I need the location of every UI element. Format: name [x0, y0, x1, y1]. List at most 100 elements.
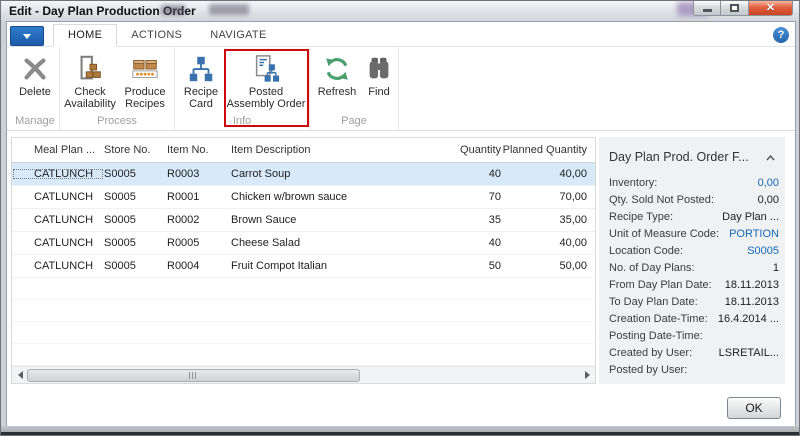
produce-recipes-icon — [130, 52, 160, 86]
grid-body: CATLUNCHS0005R0003Carrot Soup4040,00CATL… — [12, 163, 595, 366]
factbox-header: Day Plan Prod. Order F... — [599, 137, 785, 174]
table-cell[interactable]: 70 — [453, 191, 501, 203]
factbox-field-label: Unit of Measure Code: — [609, 228, 719, 240]
scroll-left-arrow[interactable] — [12, 367, 28, 384]
table-row[interactable]: CATLUNCHS0005R0002Brown Sauce3535,00 — [12, 209, 595, 232]
horizontal-scrollbar[interactable] — [12, 366, 595, 383]
table-cell[interactable]: Fruit Compot Italian — [231, 260, 453, 272]
table-cell[interactable]: S0005 — [104, 168, 167, 180]
table-cell[interactable]: CATLUNCH — [12, 237, 104, 249]
column-header-store-no[interactable]: Store No. — [104, 144, 167, 156]
table-cell[interactable]: S0005 — [104, 237, 167, 249]
tab-actions[interactable]: ACTIONS — [117, 25, 196, 46]
maximize-button[interactable] — [721, 1, 749, 16]
recipe-card-button[interactable]: Recipe Card — [177, 50, 225, 114]
table-row[interactable]: CATLUNCHS0005R0004Fruit Compot Italian50… — [12, 255, 595, 278]
find-button[interactable]: Find — [362, 50, 396, 114]
edit-day-plan-production-order-window: Edit - Day Plan Production Order ✕ HOME … — [0, 0, 800, 436]
refresh-label: Refresh — [318, 86, 357, 98]
table-cell[interactable]: 40,00 — [501, 168, 591, 180]
table-row[interactable]: CATLUNCHS0005R0005Cheese Salad4040,00 — [12, 232, 595, 255]
table-cell[interactable]: CATLUNCH — [12, 214, 104, 226]
delete-button[interactable]: Delete — [13, 50, 57, 114]
posted-assembly-order-icon — [251, 52, 281, 86]
column-header-meal-plan[interactable]: Meal Plan ... — [12, 144, 104, 156]
help-button[interactable]: ? — [773, 27, 789, 43]
table-cell[interactable]: S0005 — [104, 191, 167, 203]
table-cell[interactable]: R0003 — [167, 168, 231, 180]
ribbon-group-manage: Delete Manage — [11, 47, 60, 130]
factbox-field-value[interactable]: PORTION — [729, 228, 779, 240]
close-button[interactable]: ✕ — [749, 1, 793, 16]
check-availability-label: Check Availability — [62, 86, 118, 110]
scroll-right-arrow[interactable] — [579, 367, 595, 384]
column-header-quantity[interactable]: Quantity — [453, 144, 501, 156]
ok-button[interactable]: OK — [727, 397, 781, 419]
scrollbar-thumb[interactable] — [27, 369, 360, 382]
table-cell[interactable]: 40 — [453, 237, 501, 249]
factbox-field: Location Code:S0005 — [599, 242, 785, 259]
factbox-field-value[interactable]: S0005 — [747, 245, 779, 257]
produce-recipes-label: Produce Recipes — [118, 86, 172, 110]
table-cell[interactable]: 40 — [453, 168, 501, 180]
chevron-down-icon — [23, 34, 31, 39]
factbox-field-value: 18.11.2013 — [725, 279, 779, 291]
factbox-field: No. of Day Plans:1 — [599, 259, 785, 276]
table-cell[interactable]: 50 — [453, 260, 501, 272]
table-cell[interactable]: Cheese Salad — [231, 237, 453, 249]
application-menu-button[interactable] — [10, 26, 44, 46]
empty-row — [12, 278, 595, 300]
refresh-button[interactable]: Refresh — [312, 50, 362, 114]
check-availability-button[interactable]: Check Availability — [62, 50, 118, 114]
tab-home[interactable]: HOME — [53, 24, 117, 47]
table-cell[interactable]: 50,00 — [501, 260, 591, 272]
group-label-info: Info — [177, 114, 307, 130]
table-row[interactable]: CATLUNCHS0005R0001Chicken w/brown sauce7… — [12, 186, 595, 209]
table-cell[interactable]: S0005 — [104, 260, 167, 272]
produce-recipes-button[interactable]: Produce Recipes — [118, 50, 172, 114]
table-cell[interactable]: R0004 — [167, 260, 231, 272]
factbox-field-value: LSRETAIL... — [719, 347, 779, 359]
table-row[interactable]: CATLUNCHS0005R0003Carrot Soup4040,00 — [12, 163, 595, 186]
column-header-item-description[interactable]: Item Description — [231, 144, 453, 156]
table-cell[interactable]: Chicken w/brown sauce — [231, 191, 453, 203]
factbox-field-label: No. of Day Plans: — [609, 262, 695, 274]
table-cell[interactable]: 40,00 — [501, 237, 591, 249]
posted-assembly-order-button[interactable]: Posted Assembly Order — [225, 50, 307, 114]
empty-row — [12, 322, 595, 344]
empty-row — [12, 300, 595, 322]
table-cell[interactable]: CATLUNCH — [12, 260, 104, 272]
table-cell[interactable]: S0005 — [104, 214, 167, 226]
ribbon-group-info: Recipe Card — [175, 47, 310, 130]
grid-header: Meal Plan ... Store No. Item No. Item De… — [12, 138, 595, 163]
ribbon-group-process: Check Availability — [60, 47, 175, 130]
factbox-field-value[interactable]: 0,00 — [758, 177, 779, 189]
factbox-field-label: Recipe Type: — [609, 211, 673, 223]
empty-row — [12, 344, 595, 366]
table-cell[interactable]: 35,00 — [501, 214, 591, 226]
factbox-field-label: To Day Plan Date: — [609, 296, 698, 308]
table-cell[interactable]: 35 — [453, 214, 501, 226]
titlebar: Edit - Day Plan Production Order ✕ — [1, 1, 799, 21]
factbox-field-value: Day Plan ... — [722, 211, 779, 223]
table-cell[interactable]: R0005 — [167, 237, 231, 249]
table-cell[interactable]: Brown Sauce — [231, 214, 453, 226]
maximize-icon — [730, 4, 739, 12]
column-header-item-no[interactable]: Item No. — [167, 144, 231, 156]
factbox-field: Created by User:LSRETAIL... — [599, 344, 785, 361]
factbox-field-label: Inventory: — [609, 177, 657, 189]
table-cell[interactable]: 70,00 — [501, 191, 591, 203]
table-cell[interactable]: CATLUNCH — [12, 168, 104, 180]
chevron-up-icon[interactable] — [764, 146, 777, 168]
tab-navigate[interactable]: NAVIGATE — [196, 25, 280, 46]
table-cell[interactable]: Carrot Soup — [231, 168, 453, 180]
day-plan-lines-grid: Meal Plan ... Store No. Item No. Item De… — [11, 137, 596, 384]
recipe-card-icon — [186, 52, 216, 86]
column-header-planned-quantity[interactable]: Planned Quantity — [501, 144, 591, 156]
table-cell[interactable]: CATLUNCH — [12, 191, 104, 203]
find-label: Find — [368, 86, 389, 98]
minimize-button[interactable] — [693, 1, 721, 16]
factbox-field-label: Creation Date-Time: — [609, 313, 708, 325]
table-cell[interactable]: R0001 — [167, 191, 231, 203]
table-cell[interactable]: R0002 — [167, 214, 231, 226]
